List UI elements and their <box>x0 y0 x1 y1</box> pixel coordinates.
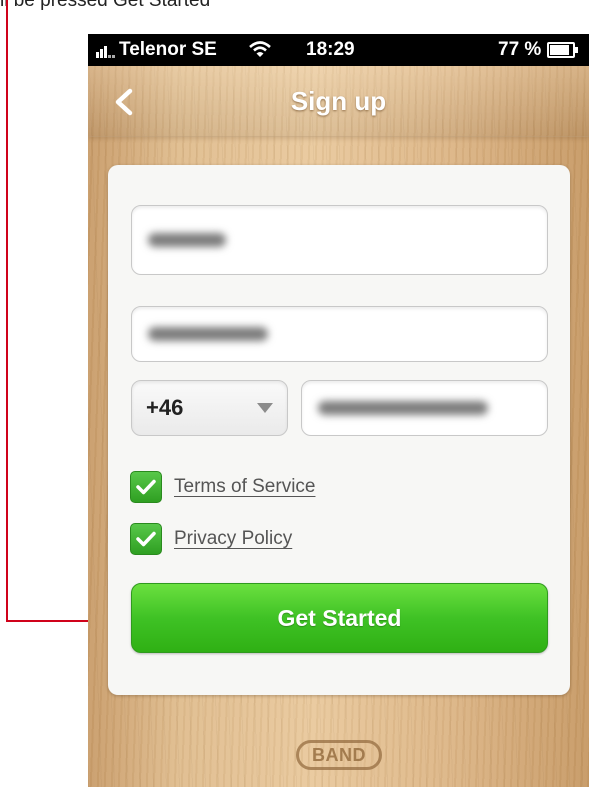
wifi-icon <box>249 41 271 57</box>
carrier-name: Telenor SE <box>119 39 217 60</box>
phone-screen: Telenor SE 18:29 77 % Sign up +46 Terms … <box>88 34 589 787</box>
annotation-line-vertical <box>6 0 8 622</box>
checkmark-icon <box>136 531 156 547</box>
redacted-name-value <box>148 233 226 247</box>
carrier-group: Telenor SE <box>96 39 217 61</box>
terms-of-service-link[interactable]: Terms of Service <box>174 476 315 498</box>
country-code-value: +46 <box>146 395 184 420</box>
signup-form-card: +46 Terms of Service Privacy Policy Get … <box>108 165 570 695</box>
phone-number-input[interactable] <box>301 380 548 436</box>
privacy-checkbox[interactable] <box>130 523 162 555</box>
caret-down-icon <box>257 403 273 413</box>
name-input[interactable] <box>131 205 548 275</box>
country-code-select[interactable]: +46 <box>131 380 288 436</box>
email-input[interactable] <box>131 306 548 362</box>
terms-checkbox[interactable] <box>130 471 162 503</box>
page-title: Sign up <box>290 86 387 116</box>
annotation-caption: ll be pressed Get Started <box>0 0 211 11</box>
battery-group: 77 % <box>498 39 579 61</box>
battery-percent: 77 % <box>498 39 542 60</box>
privacy-policy-link[interactable]: Privacy Policy <box>174 528 292 550</box>
signal-strength-icon <box>96 42 115 58</box>
terms-row: Terms of Service <box>130 471 315 503</box>
battery-icon <box>547 42 579 58</box>
status-time: 18:29 <box>306 39 355 60</box>
get-started-button[interactable]: Get Started <box>131 583 548 653</box>
navigation-bar: Sign up <box>88 66 589 137</box>
redacted-phone-value <box>318 401 488 415</box>
band-logo: BAND <box>296 740 382 770</box>
redacted-email-value <box>148 327 268 341</box>
checkmark-icon <box>136 479 156 495</box>
status-bar: Telenor SE 18:29 77 % <box>88 34 589 66</box>
privacy-row: Privacy Policy <box>130 523 292 555</box>
